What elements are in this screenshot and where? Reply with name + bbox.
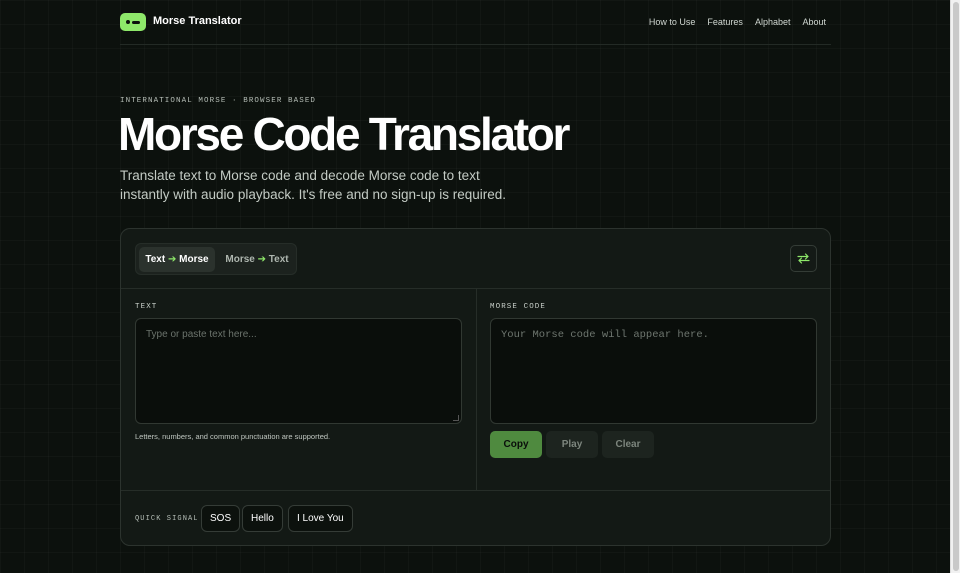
brand-name[interactable]: Morse Translator [153, 15, 242, 27]
copy-button[interactable]: Copy [490, 431, 542, 458]
morse-output-placeholder: Your Morse code will appear here. [501, 329, 709, 341]
morse-field-label: MORSE CODE [490, 303, 547, 311]
clear-button[interactable]: Clear [602, 431, 654, 458]
quick-signal-hello[interactable]: Hello [242, 505, 283, 532]
panel-divider-bottom [121, 490, 830, 491]
logo-dot [126, 20, 130, 24]
text-input[interactable]: Type or paste text here... [135, 318, 462, 424]
nav-link-about[interactable]: About [802, 17, 826, 27]
top-nav: Morse Translator How to Use Features Alp… [120, 0, 831, 45]
text-field-label: TEXT [135, 303, 158, 311]
quick-signal-i-love-you[interactable]: I Love You [288, 505, 353, 532]
logo-icon[interactable] [120, 13, 146, 31]
logo-dash [132, 21, 140, 24]
input-hint: Letters, numbers, and common punctuation… [135, 432, 331, 441]
swap-arrows-icon [797, 253, 810, 264]
hero-eyebrow: INTERNATIONAL MORSE · BROWSER BASED [120, 97, 317, 105]
mode-text-to-morse-button[interactable]: Text ➔ Morse [139, 247, 215, 272]
page-title: Morse Code Translator [118, 108, 570, 160]
mode-from-label: Text [145, 254, 166, 265]
page-scrollbar[interactable] [950, 0, 960, 573]
mode-morse-to-text-button[interactable]: Morse ➔ Text [219, 247, 295, 272]
text-input-placeholder: Type or paste text here... [146, 329, 257, 340]
quick-signal-sos[interactable]: SOS [201, 505, 241, 532]
panel-divider-middle [476, 288, 477, 491]
mode-toggle: Text ➔ Morse Morse ➔ Text [135, 243, 297, 275]
play-button[interactable]: Play [546, 431, 598, 458]
quick-signal-label: QUICK SIGNAL [135, 515, 199, 523]
swap-button[interactable] [790, 245, 817, 272]
mode-to-label: Text [268, 254, 289, 265]
resize-handle[interactable] [453, 415, 459, 421]
translator-panel: Text ➔ Morse Morse ➔ Text TEXT Type or p… [120, 228, 831, 546]
arrow-right-icon: ➔ [167, 254, 177, 265]
arrow-right-icon: ➔ [257, 254, 266, 265]
nav-link-features[interactable]: Features [707, 17, 743, 27]
mode-to-label: Morse [179, 254, 209, 265]
nav-link-alphabet[interactable]: Alphabet [755, 17, 791, 27]
scrollbar-thumb[interactable] [953, 2, 959, 571]
mode-from-label: Morse [225, 254, 255, 265]
hero-subtitle: Translate text to Morse code and decode … [120, 168, 507, 202]
morse-output[interactable]: Your Morse code will appear here. [490, 318, 817, 424]
nav-links: How to Use Features Alphabet About [649, 17, 826, 27]
nav-link-how-to-use[interactable]: How to Use [649, 17, 696, 27]
